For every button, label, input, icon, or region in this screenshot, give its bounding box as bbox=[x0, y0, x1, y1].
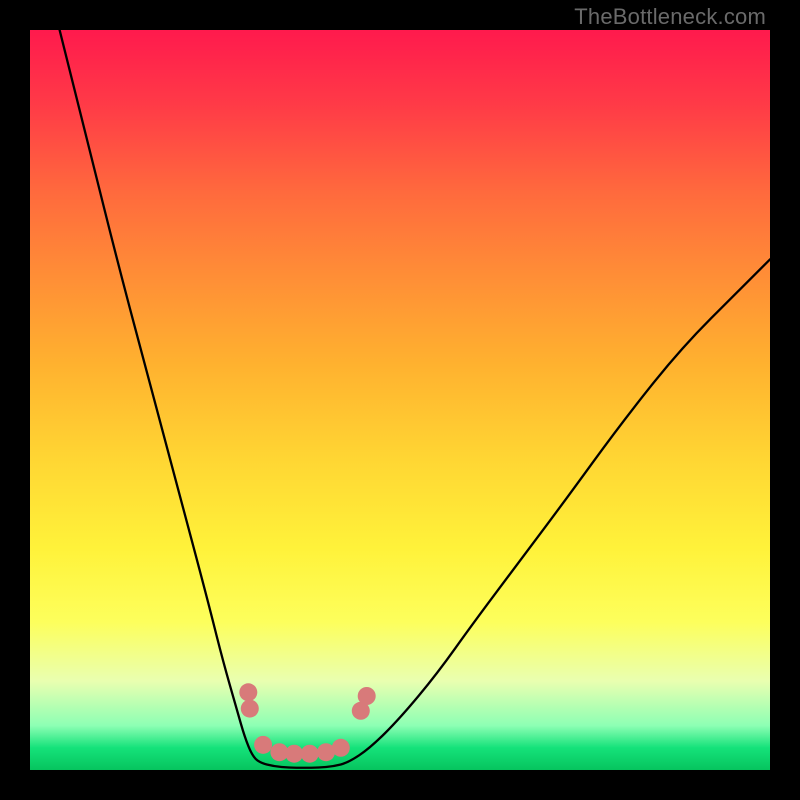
chart-container: TheBottleneck.com bbox=[0, 0, 800, 800]
watermark-text: TheBottleneck.com bbox=[574, 4, 766, 30]
data-marker bbox=[332, 739, 350, 757]
plot-area bbox=[30, 30, 770, 770]
data-marker bbox=[239, 683, 257, 701]
data-marker bbox=[285, 745, 303, 763]
bottleneck-curve bbox=[60, 30, 770, 768]
data-marker bbox=[241, 700, 259, 718]
curve-overlay bbox=[30, 30, 770, 770]
data-marker bbox=[358, 687, 376, 705]
data-marker bbox=[301, 745, 319, 763]
data-marker bbox=[254, 736, 272, 754]
